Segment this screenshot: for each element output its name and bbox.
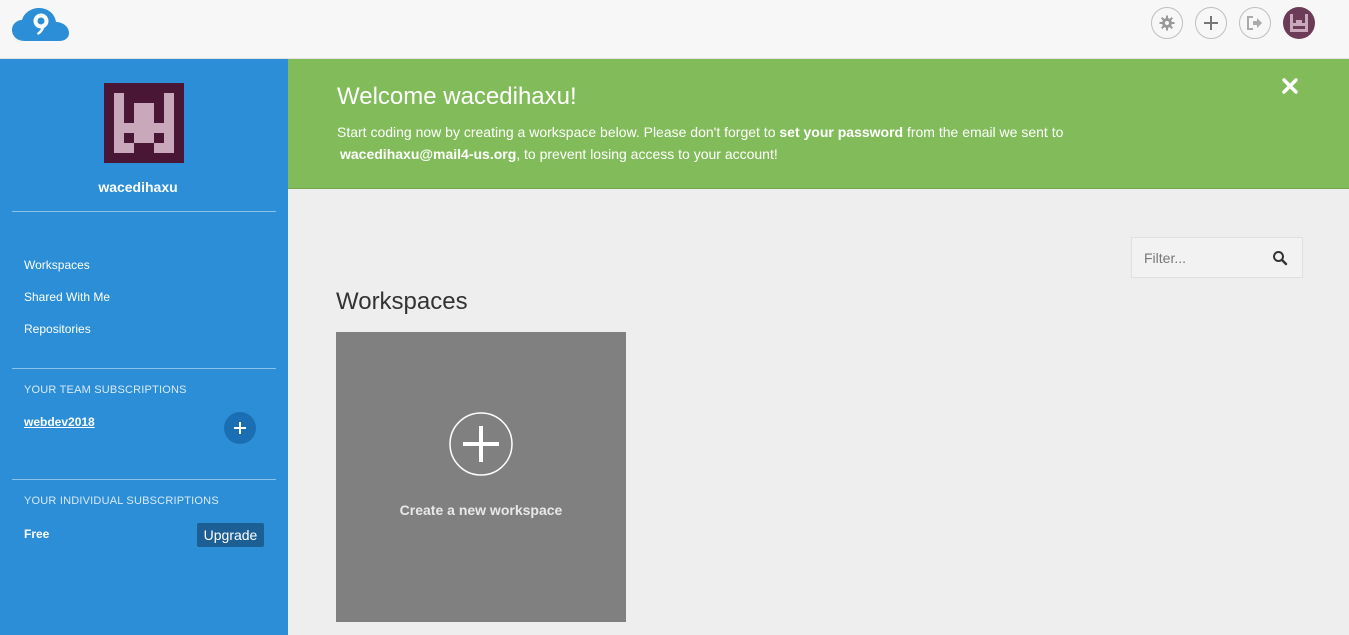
plan-label: Free bbox=[24, 527, 50, 541]
identicon-image bbox=[114, 93, 174, 153]
top-icons bbox=[1151, 7, 1315, 39]
plus-icon bbox=[234, 422, 246, 434]
sidebar-item-shared-with-me[interactable]: Shared With Me bbox=[24, 290, 110, 304]
upgrade-button[interactable]: Upgrade bbox=[197, 523, 264, 547]
create-workspace-label: Create a new workspace bbox=[399, 502, 563, 518]
sidebar: wacedihaxu Workspaces Shared With Me Rep… bbox=[0, 59, 288, 635]
cloud9-logo[interactable] bbox=[11, 5, 71, 43]
create-workspace-card[interactable]: Create a new workspace bbox=[336, 332, 626, 622]
top-bar bbox=[0, 0, 1349, 59]
email-text: wacedihaxu@mail4-us.org bbox=[340, 146, 517, 162]
sidebar-item-repositories[interactable]: Repositories bbox=[24, 322, 91, 336]
sidebar-item-workspaces[interactable]: Workspaces bbox=[24, 258, 90, 272]
sign-out-button[interactable] bbox=[1239, 7, 1271, 39]
welcome-banner: Welcome wacedihaxu! Start coding now by … bbox=[288, 59, 1349, 189]
team-link[interactable]: webdev2018 bbox=[24, 415, 95, 429]
user-avatar-button[interactable] bbox=[1283, 7, 1315, 39]
banner-text-part: Start coding now by creating a workspace… bbox=[337, 124, 780, 140]
individual-subscriptions-label: YOUR INDIVIDUAL SUBSCRIPTIONS bbox=[24, 495, 219, 507]
divider bbox=[12, 211, 276, 212]
settings-button[interactable] bbox=[1151, 7, 1183, 39]
search-icon[interactable] bbox=[1272, 250, 1288, 266]
new-workspace-button[interactable] bbox=[1195, 7, 1227, 39]
banner-text-part: from the email we sent to bbox=[903, 124, 1064, 140]
divider bbox=[12, 479, 276, 480]
sign-out-icon bbox=[1247, 16, 1262, 30]
close-icon[interactable] bbox=[1281, 77, 1299, 95]
set-password-text: set your password bbox=[779, 124, 904, 140]
add-team-button[interactable] bbox=[224, 412, 256, 444]
avatar bbox=[1290, 14, 1308, 32]
banner-title: Welcome wacedihaxu! bbox=[337, 83, 577, 110]
gear-icon bbox=[1159, 15, 1175, 31]
divider bbox=[12, 368, 276, 369]
plus-icon bbox=[1204, 16, 1218, 30]
add-circle-icon bbox=[449, 412, 513, 476]
banner-message: Start coding now by creating a workspace… bbox=[337, 121, 1097, 165]
username: wacedihaxu bbox=[98, 179, 178, 195]
filter-input[interactable] bbox=[1132, 238, 1268, 277]
page-title: Workspaces bbox=[336, 288, 468, 315]
filter-box bbox=[1131, 237, 1303, 278]
profile-avatar[interactable] bbox=[104, 83, 184, 163]
team-subscriptions-label: YOUR TEAM SUBSCRIPTIONS bbox=[24, 384, 187, 396]
banner-text-part: , to prevent losing access to your accou… bbox=[516, 146, 778, 162]
